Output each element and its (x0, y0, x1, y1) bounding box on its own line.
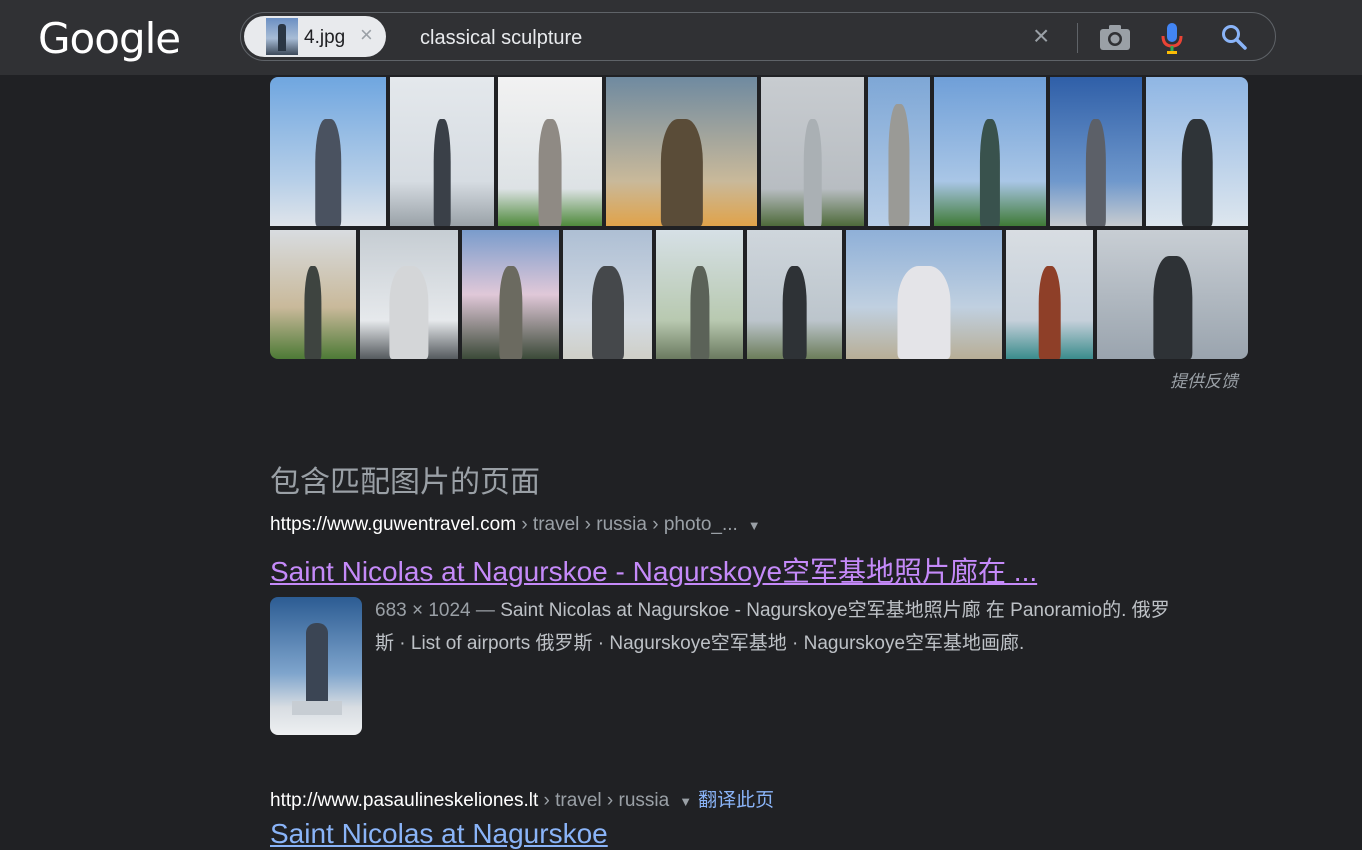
image-thumbnail[interactable] (462, 230, 559, 359)
google-logo[interactable]: Google (38, 14, 181, 63)
image-thumbnail[interactable] (390, 77, 494, 226)
close-icon[interactable]: × (1033, 22, 1049, 50)
image-thumbnail[interactable] (656, 230, 743, 359)
cite-path: › travel › russia › photo_... (516, 514, 738, 535)
cite-host: http://www.pasaulineskeliones.lt (270, 790, 539, 811)
translate-page-link[interactable]: 翻译此页 (698, 790, 774, 811)
result-snippet: 683 × 1024 — Saint Nicolas at Nagurskoe … (375, 594, 1175, 660)
image-thumbnail[interactable] (606, 77, 757, 226)
image-thumbnail[interactable] (868, 77, 930, 226)
cite-host: https://www.guwentravel.com (270, 514, 517, 535)
statue-image (306, 623, 328, 705)
search-divider (1077, 23, 1078, 53)
image-thumbnail[interactable] (498, 77, 602, 226)
image-thumbnail[interactable] (747, 230, 842, 359)
image-thumbnail[interactable] (270, 77, 386, 226)
result-title-link[interactable]: Saint Nicolas at Nagurskoe - Nagurskoye空… (270, 550, 1037, 590)
chevron-down-icon[interactable]: ▼ (748, 518, 761, 533)
result-cite: http://www.pasaulineskeliones.lt › trave… (270, 785, 774, 812)
image-thumbnail[interactable] (1097, 230, 1248, 359)
image-thumbnail[interactable] (563, 230, 652, 359)
image-thumbnail[interactable] (1006, 230, 1093, 359)
chevron-down-icon[interactable]: ▼ (679, 794, 692, 809)
chip-filename: 4.jpg (304, 27, 346, 48)
image-thumbnail[interactable] (761, 77, 864, 226)
similar-images-grid (270, 77, 1248, 359)
top-bar: Google 4.jpg × classical sculpture × (0, 0, 1362, 75)
chip-image-thumbnail (266, 18, 298, 55)
cite-path: › travel › russia (538, 790, 670, 811)
result-title-link[interactable]: Saint Nicolas at Nagurskoe (270, 818, 608, 850)
search-icon[interactable] (1221, 24, 1247, 50)
image-thumbnail[interactable] (846, 230, 1002, 359)
image-thumbnail[interactable] (1050, 77, 1142, 226)
image-chip[interactable]: 4.jpg × (244, 16, 386, 57)
mic-icon[interactable] (1161, 22, 1183, 54)
result-thumbnail[interactable] (270, 597, 362, 735)
result-cite: https://www.guwentravel.com › travel › r… (270, 514, 761, 536)
image-dimensions: 683 × 1024 — (375, 600, 501, 621)
image-thumbnail[interactable] (934, 77, 1046, 226)
camera-icon[interactable] (1099, 23, 1131, 51)
image-thumbnail[interactable] (360, 230, 458, 359)
image-thumbnail[interactable] (270, 230, 356, 359)
section-title: 包含匹配图片的页面 (270, 466, 540, 499)
chip-close-icon[interactable]: × (360, 24, 373, 46)
statue-base (292, 701, 342, 715)
search-input[interactable]: classical sculpture (420, 27, 582, 50)
feedback-link[interactable]: 提供反馈 (1170, 367, 1238, 392)
image-thumbnail[interactable] (1146, 77, 1248, 226)
search-box[interactable]: 4.jpg × classical sculpture × (240, 12, 1276, 61)
